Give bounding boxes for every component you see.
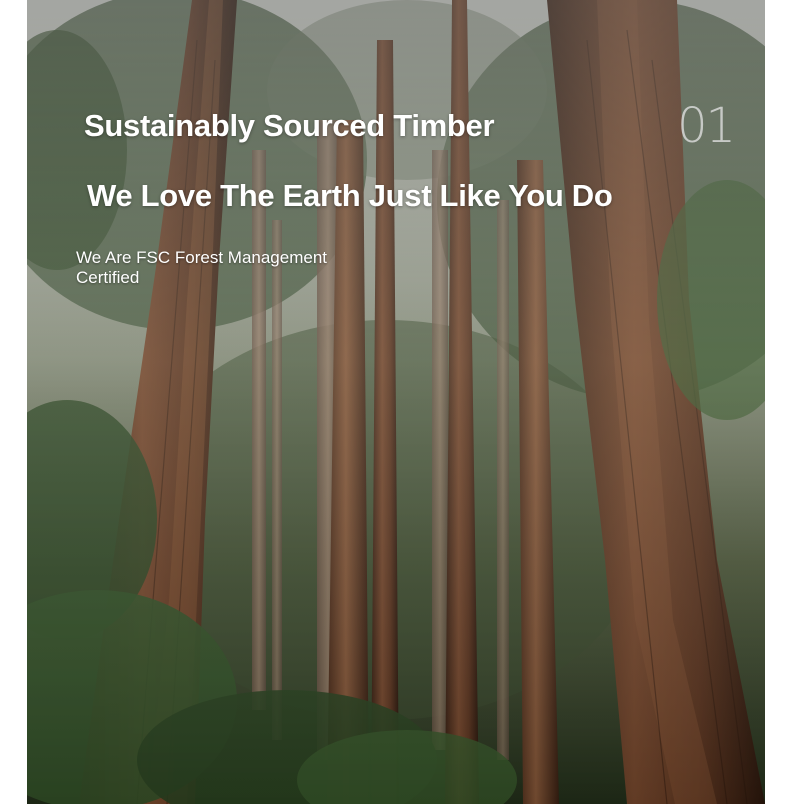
hero-slide: Sustainably Sourced Timber 01 We Love Th…: [27, 0, 765, 804]
hero-subtitle: We Love The Earth Just Like You Do: [87, 178, 613, 213]
certification-text: We Are FSC Forest Management Certified: [76, 248, 328, 287]
slide-number: 01: [677, 98, 736, 154]
hero-title: Sustainably Sourced Timber: [84, 108, 495, 143]
